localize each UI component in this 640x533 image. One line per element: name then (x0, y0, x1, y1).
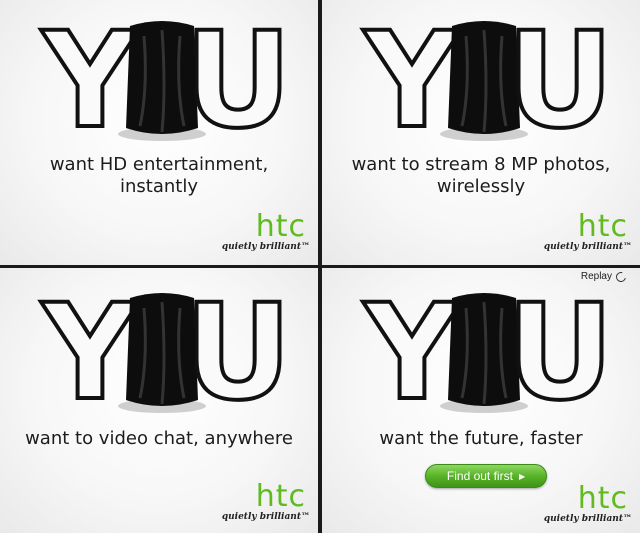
headline-letter-y: Y (362, 280, 461, 420)
tagline: want the future, faster (322, 428, 640, 450)
tagline-line-2: wirelessly (436, 176, 526, 197)
headline-letter-y: Y (40, 8, 139, 148)
ad-panel-video-chat: Y U want to video chat, anywhere htc qui… (0, 268, 318, 533)
ad-panel-hd-entertainment: Y U want HD entertainment, instantly htc… (0, 0, 318, 265)
headline-letter-y: Y (40, 280, 139, 420)
headline-letter-u: U (184, 8, 291, 148)
brand-slogan: quietly brilliant™ (221, 512, 310, 522)
brand-slogan: quietly brilliant™ (221, 242, 310, 252)
tagline-line-1: want to video chat, anywhere (25, 428, 293, 449)
headline-letter-u: U (506, 8, 613, 148)
tagline-line-1: want to stream 8 MP photos, (351, 154, 611, 175)
tagline: want HD entertainment, instantly (0, 154, 318, 198)
play-arrow-icon: ▶ (518, 471, 526, 481)
yu-headline: Y U (38, 8, 293, 148)
htc-logo: htc (577, 481, 628, 516)
tagline-line-1: want HD entertainment, (49, 154, 269, 175)
htc-logo: htc (255, 209, 306, 244)
ad-panel-future-faster: Replay Y U want the future, faster Find … (322, 268, 640, 533)
ad-grid: Y U want HD entertainment, instantly htc… (0, 0, 640, 533)
yu-headline: Y U (360, 280, 615, 420)
tagline: want to video chat, anywhere (0, 428, 318, 450)
headline-letter-u: U (184, 280, 291, 420)
htc-logo: htc (577, 209, 628, 244)
tagline: want to stream 8 MP photos, wirelessly (322, 154, 640, 198)
htc-brand: htc quietly brilliant™ (222, 209, 310, 256)
tagline-line-2: instantly (120, 176, 198, 197)
htc-logo: htc (255, 479, 306, 514)
headline-letter-y: Y (362, 8, 461, 148)
brand-slogan: quietly brilliant™ (543, 242, 632, 252)
htc-brand: htc quietly brilliant™ (544, 209, 632, 256)
ad-panel-stream-photos: Y U want to stream 8 MP photos, wireless… (322, 0, 640, 265)
find-out-first-button[interactable]: Find out first ▶ (425, 464, 547, 488)
brand-slogan: quietly brilliant™ (543, 514, 632, 524)
headline-letter-u: U (506, 280, 613, 420)
tagline-line-1: want the future, faster (379, 428, 583, 449)
htc-brand: htc quietly brilliant™ (544, 481, 632, 528)
yu-headline: Y U (38, 280, 293, 420)
yu-headline: Y U (360, 8, 615, 148)
htc-brand: htc quietly brilliant™ (222, 479, 310, 526)
cta-label: Find out first (446, 469, 513, 483)
